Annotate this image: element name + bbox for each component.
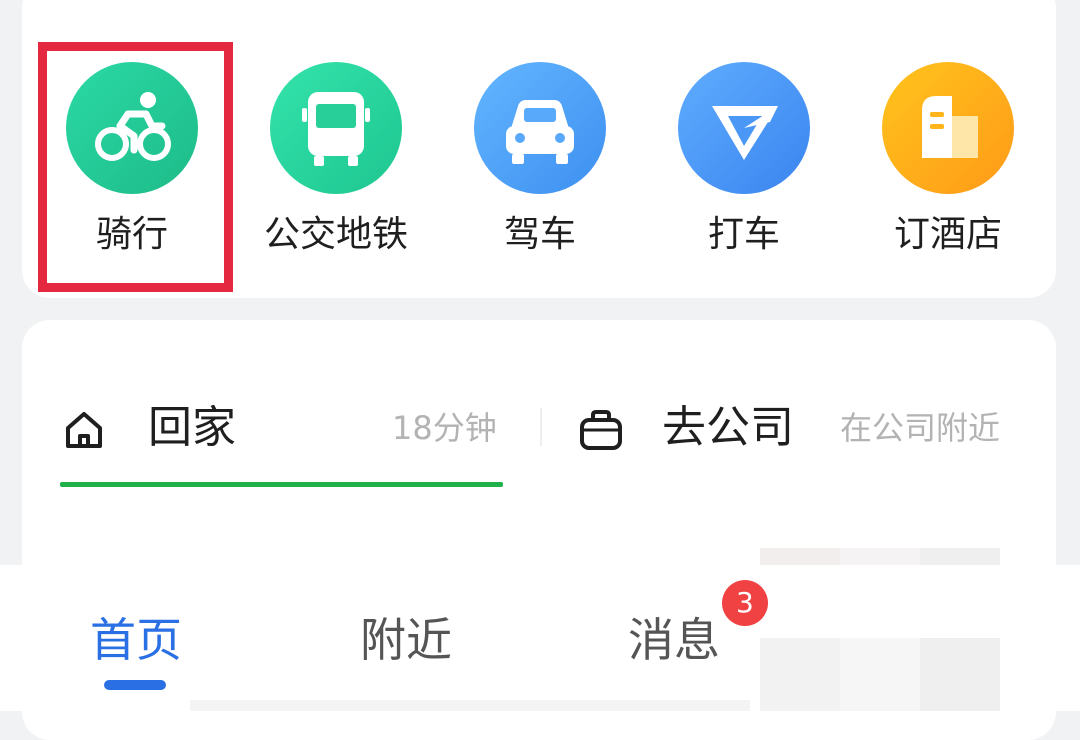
highlight-box [38, 42, 233, 292]
bus-icon [270, 62, 402, 194]
go-to-work-button[interactable]: 去公司 [662, 398, 794, 458]
mosaic-block [840, 638, 920, 711]
mosaic-block [920, 638, 1000, 711]
work-status: 在公司附近 [840, 409, 1001, 447]
tab-active-indicator [104, 680, 166, 690]
hotel-icon [882, 62, 1014, 194]
shortcut-label: 打车 [707, 214, 780, 255]
shortcut-hotel[interactable]: 订酒店 [848, 62, 1048, 262]
home-eta: 18分钟 [392, 409, 497, 447]
commute-active-underline [60, 482, 503, 487]
shortcut-taxi[interactable]: 打车 [644, 62, 844, 262]
mosaic-block [190, 700, 750, 711]
commute-divider [540, 408, 542, 446]
tab-messages[interactable]: 消息 [628, 610, 720, 670]
shortcut-label: 公交地铁 [263, 214, 408, 255]
shortcut-label: 订酒店 [893, 214, 1002, 255]
car-icon [474, 62, 606, 194]
shortcut-drive[interactable]: 驾车 [440, 62, 640, 262]
shortcut-transit[interactable]: 公交地铁 [236, 62, 436, 262]
mosaic-block [760, 638, 840, 711]
tab-nearby[interactable]: 附近 [360, 610, 452, 670]
go-home-button[interactable]: 回家 [148, 398, 236, 458]
shortcut-label: 驾车 [503, 214, 576, 255]
tab-home[interactable]: 首页 [90, 610, 182, 670]
briefcase-icon[interactable] [578, 408, 624, 456]
home-icon[interactable] [62, 408, 106, 456]
message-count-badge: 3 [722, 580, 768, 626]
taxi-logo-icon [678, 62, 810, 194]
